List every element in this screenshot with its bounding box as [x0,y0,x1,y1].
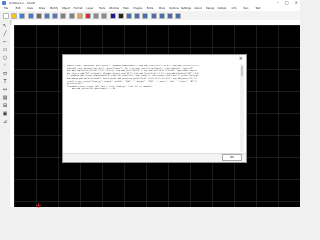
save-as-icon[interactable] [27,12,34,19]
circle-icon[interactable] [117,12,124,19]
ok-button[interactable]: OK [222,153,242,161]
arc-tool-icon[interactable]: ◜ [2,63,8,69]
zoom-in-icon[interactable] [134,12,141,19]
select-tool-icon[interactable]: ↖ [2,23,8,29]
circle-tool-icon[interactable]: ○ [2,55,8,61]
save-icon[interactable] [19,12,26,19]
print-icon[interactable] [35,12,42,19]
delete-icon[interactable] [85,12,91,19]
open-icon[interactable] [11,12,18,19]
zoom-window-icon[interactable] [126,12,132,19]
fill-color-icon[interactable] [109,12,116,19]
new-file-icon[interactable] [3,12,9,19]
paste-icon[interactable] [76,12,83,19]
ellipse-tool-icon[interactable]: ⬭ [2,71,8,77]
zoom-prev-icon[interactable] [158,12,165,19]
zoom-out-icon[interactable] [142,12,149,19]
dimension-tool-icon[interactable]: ↔ [2,87,8,93]
hatch-tool-icon[interactable]: ▨ [2,95,8,101]
zoom-fit-icon[interactable] [150,12,157,19]
pan-icon[interactable] [167,12,173,19]
measure-tool-icon[interactable]: ⊿ [2,119,8,125]
copy-icon[interactable] [68,12,75,19]
rectangle-tool-icon[interactable]: ▭ [2,47,8,53]
dialog-header: × [63,55,246,63]
crosshair-cursor-icon [36,203,41,208]
output-line: msp.add_spline(fit_points=pts) -> OK [67,88,116,91]
scrollbar-thumb[interactable] [241,66,243,76]
close-icon[interactable]: × [239,56,243,62]
refresh-icon[interactable] [175,12,182,19]
image-tool-icon[interactable]: ▣ [2,111,8,117]
script-output-dialog: × import ezdxf; doc=ezdxf.new("R2010"); … [62,54,247,163]
polyline-tool-icon[interactable]: ⌐ [2,39,8,45]
text-tool-icon[interactable]: T [2,79,8,85]
undo-icon[interactable] [44,12,50,19]
line-tool-icon[interactable]: ╱ [2,31,8,37]
dialog-footer: OK [63,153,246,162]
vertical-scrollbar[interactable] [240,64,244,152]
script-output-text[interactable]: import ezdxf; doc=ezdxf.new("R2010"); ms… [67,65,235,153]
block-tool-icon[interactable]: ⊞ [2,103,8,109]
grid-icon[interactable] [93,12,100,19]
app-icon [2,1,6,5]
snap-icon[interactable] [101,12,108,19]
cut-icon[interactable] [60,12,67,19]
redo-icon[interactable] [52,12,59,19]
